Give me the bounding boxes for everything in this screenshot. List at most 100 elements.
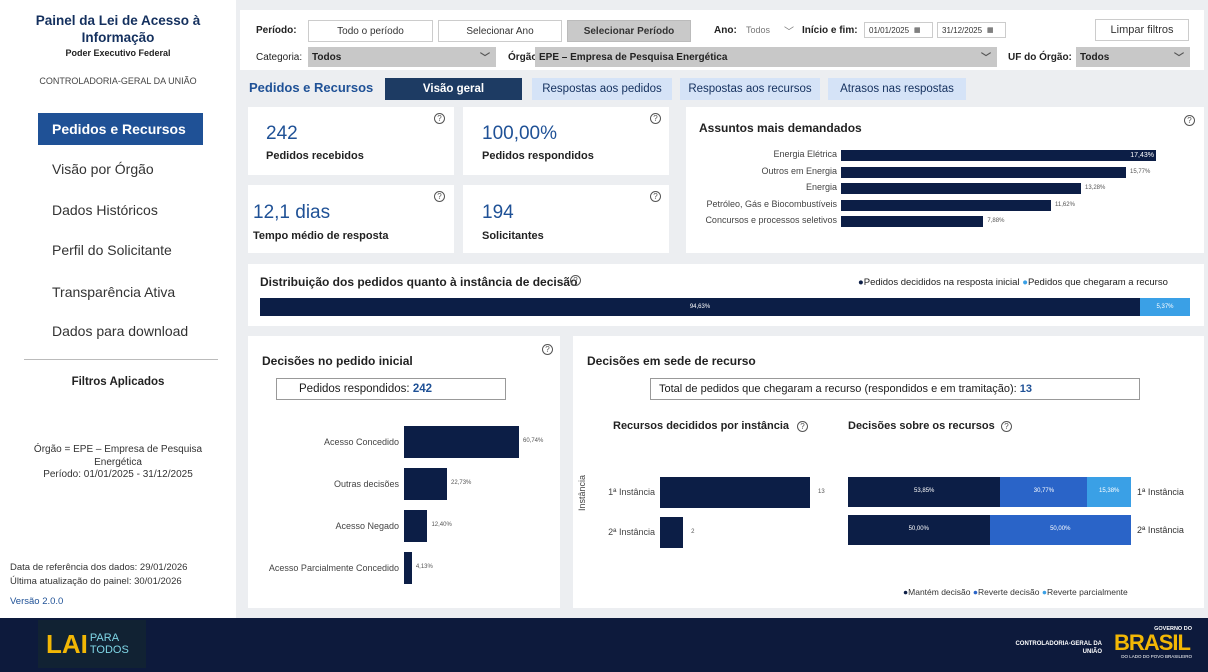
periodo-ano-button[interactable]: Selecionar Ano: [438, 20, 562, 42]
filter-bar: Período: Todo o período Selecionar Ano S…: [240, 10, 1204, 70]
data-label: 50,00%: [1050, 526, 1071, 532]
help-icon[interactable]: ?: [570, 275, 581, 286]
footer-cgu: CONTROLADORIA-GERAL DA UNIÃO: [1015, 641, 1102, 655]
distribuicao-title: Distribuição dos pedidos quanto à instân…: [260, 275, 578, 289]
legend-item: Pedidos que chegaram a recurso: [1027, 277, 1168, 288]
uf-select[interactable]: Todos ﹀: [1076, 47, 1190, 67]
chevron-down-icon: ﹀: [1174, 53, 1184, 64]
periodo-periodo-button[interactable]: Selecionar Período: [567, 20, 691, 42]
category-label: 1ª Instância: [608, 487, 655, 497]
categoria-label: Categoria:: [256, 52, 303, 63]
data-label: 60,74%: [523, 438, 544, 444]
start-date-value: 01/01/2025: [869, 25, 910, 35]
data-label: 53,85%: [914, 488, 935, 494]
nav-pedidos-recursos[interactable]: Pedidos e Recursos: [38, 113, 203, 145]
tab-atrasos-respostas[interactable]: Atrasos nas respostas: [828, 78, 966, 100]
org-name: CONTROLADORIA-GERAL DA UNIÃO: [39, 76, 197, 86]
nav-visao-orgao[interactable]: Visão por Órgão: [38, 153, 203, 185]
legend-item: Pedidos decididos na resposta inicial: [863, 277, 1020, 288]
decisoes-card: Decisões no pedido inicial ? Pedidos res…: [248, 336, 560, 608]
help-icon[interactable]: ?: [542, 344, 553, 355]
data-label: 5,37%: [1156, 304, 1174, 310]
data-label: 15,38%: [1099, 488, 1120, 494]
recurso-total-box: Total de pedidos que chegaram a recurso …: [650, 378, 1140, 400]
dec-title: Decisões sobre os recursos: [848, 420, 995, 432]
kpi-card-tempo-medio: 12,1 dias Tempo médio de resposta ?: [248, 185, 454, 253]
categoria-select[interactable]: Todos ﹀: [308, 47, 496, 67]
periodo-todo-button[interactable]: Todo o período: [308, 20, 433, 42]
category-label: Energia: [805, 182, 837, 192]
box-label: Total de pedidos que chegaram a recurso …: [659, 383, 1017, 395]
kpi-card-pedidos-recebidos: 242 Pedidos recebidos ?: [248, 107, 454, 175]
ano-label: Ano:: [714, 25, 737, 36]
applied-filter-orgao: Órgão = EPE – Empresa de Pesquisa Energé…: [33, 444, 203, 468]
tab-respostas-pedidos[interactable]: Respostas aos pedidos: [532, 78, 672, 100]
chevron-down-icon[interactable]: ﹀: [784, 23, 794, 38]
category-label: Acesso Parcialmente Concedido: [268, 563, 399, 573]
data-label: 22,73%: [451, 480, 472, 486]
bar: [404, 552, 412, 584]
nav-transparencia-ativa[interactable]: Transparência Ativa: [38, 276, 203, 308]
sidebar: Painel da Lei de Acesso à Informação Pod…: [0, 0, 236, 618]
category-label: Energia Elétrica: [773, 149, 837, 159]
applied-filters-text: Órgão = EPE – Empresa de Pesquisa Energé…: [10, 444, 226, 482]
help-icon[interactable]: ?: [434, 191, 445, 202]
categoria-value: Todos: [312, 51, 342, 63]
category-label: Acesso Negado: [335, 521, 399, 531]
decisoes-title: Decisões no pedido inicial: [262, 354, 413, 368]
bar: [660, 517, 684, 548]
data-label: 13,28%: [1085, 185, 1106, 191]
assuntos-card: Assuntos mais demandados ? Energia Elétr…: [686, 107, 1204, 253]
data-label: 15,77%: [1130, 168, 1151, 175]
nav-perfil-solicitante[interactable]: Perfil do Solicitante: [38, 234, 203, 266]
brasil-label: BRASIL: [1114, 630, 1191, 655]
calendar-icon[interactable]: ▦: [914, 26, 921, 34]
kpi-value: 194: [482, 202, 514, 223]
data-label: 12,40%: [431, 522, 452, 528]
footer: LAI PARA TODOS CONTROLADORIA-GERAL DA UN…: [0, 618, 1208, 672]
reference-date: Data de referência dos dados: 29/01/2026: [10, 562, 188, 573]
category-label: Outras decisões: [333, 479, 399, 489]
tab-respostas-recursos[interactable]: Respostas aos recursos: [680, 78, 820, 100]
box-value: 242: [412, 383, 432, 395]
end-date-input[interactable]: 31/12/2025 ▦: [937, 22, 1006, 38]
help-icon[interactable]: ?: [1001, 421, 1012, 432]
inicio-fim-label: Início e fim:: [802, 25, 858, 36]
chevron-down-icon: ﹀: [981, 53, 991, 64]
nav-dados-download[interactable]: Dados para download: [38, 315, 203, 347]
box-value: 13: [1019, 383, 1033, 395]
nav-dados-historicos[interactable]: Dados Históricos: [38, 194, 203, 226]
category-label: Acesso Concedido: [323, 437, 399, 447]
data-label: 11,62%: [1055, 201, 1075, 208]
orgao-select[interactable]: EPE – Empresa de Pesquisa Energética ﹀: [535, 47, 997, 67]
help-icon[interactable]: ?: [650, 191, 661, 202]
clear-filters-button[interactable]: Limpar filtros: [1095, 19, 1189, 41]
category-label: 1ª Instância: [1137, 487, 1184, 497]
data-label: 2: [691, 529, 695, 535]
recurso-legend: ●Mantém decisão ●Reverte decisão ●Revert…: [903, 587, 1128, 597]
calendar-icon[interactable]: ▦: [987, 26, 994, 34]
help-icon[interactable]: ?: [650, 113, 661, 124]
kpi-value: 100,00%: [482, 123, 558, 144]
data-label: 4,13%: [415, 564, 433, 570]
start-date-input[interactable]: 01/01/2025 ▦: [864, 22, 933, 38]
recurso-title: Decisões em sede de recurso: [587, 354, 756, 368]
help-icon[interactable]: ?: [434, 113, 445, 124]
help-icon[interactable]: ?: [1184, 115, 1195, 126]
help-icon[interactable]: ?: [797, 421, 808, 432]
uf-value: Todos: [1080, 51, 1110, 63]
bar: [841, 183, 1081, 194]
tab-visao-geral[interactable]: Visão geral: [385, 78, 522, 100]
data-label: 50,00%: [908, 526, 929, 532]
distribuicao-legend: ●Pedidos decididos na resposta inicial ●…: [858, 277, 1168, 288]
bar: [404, 426, 519, 458]
version-label: Versão 2.0.0: [10, 596, 64, 607]
ano-select[interactable]: Todos: [746, 25, 770, 35]
inst-axis-label: Instância: [577, 474, 587, 511]
distribuicao-card: Distribuição dos pedidos quanto à instân…: [248, 264, 1204, 326]
kpi-card-solicitantes: 194 Solicitantes ?: [463, 185, 669, 253]
logo-todos: TODOS: [89, 644, 129, 656]
bar: [841, 199, 1051, 211]
inst-title: Recursos decididos por instância: [613, 420, 790, 432]
update-date: Última atualização do painel: 30/01/2026: [10, 576, 182, 587]
